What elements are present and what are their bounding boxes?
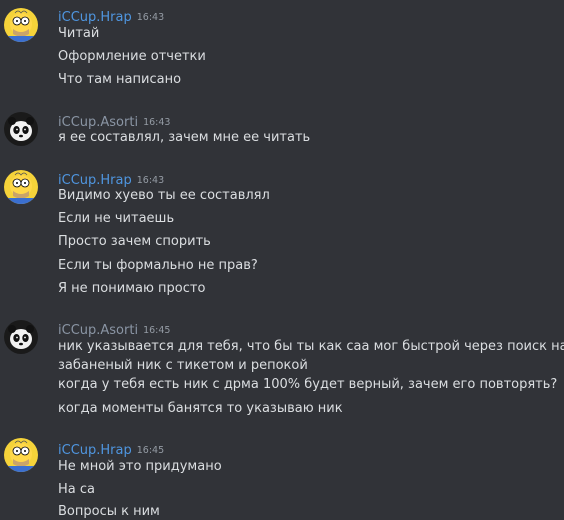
message-text: когда моменты банятся то указываю ник (58, 401, 343, 416)
message-text: Оформление отчетки (58, 49, 206, 64)
username[interactable]: iCCup.Asorti (58, 115, 138, 130)
message-header: iCCup.Hrap 16:43 (58, 6, 165, 25)
homer-simpson-avatar[interactable] (4, 8, 38, 42)
message-text: Просто зачем спорить (58, 234, 211, 249)
username[interactable]: iCCup.Asorti (58, 323, 138, 338)
username[interactable]: iCCup.Hrap (58, 173, 132, 188)
message-text: Я не понимаю просто (58, 281, 206, 296)
timestamp: 16:45 (143, 325, 171, 336)
message-header: iCCup.Hrap 16:43 (58, 169, 165, 188)
message-text: На са (58, 482, 95, 497)
message-text: Не мной это придумано (58, 459, 222, 474)
timestamp: 16:43 (143, 117, 171, 128)
timestamp: 16:45 (136, 445, 165, 456)
message-text: Читай (58, 26, 100, 41)
username[interactable]: iCCup.Hrap (58, 10, 132, 25)
timestamp: 16:43 (136, 175, 165, 186)
username[interactable]: iCCup.Hrap (58, 443, 132, 458)
message-header: iCCup.Asorti 16:45 (58, 319, 171, 338)
homer-simpson-avatar[interactable] (4, 170, 38, 204)
message-text: Вопросы к ним (58, 504, 160, 519)
chat-message-list: iCCup.Hrap 16:43 Читай Оформление отчетки… (0, 0, 564, 519)
timestamp: 16:43 (136, 12, 165, 23)
panda-avatar[interactable] (4, 112, 38, 146)
message-text: Что там написано (58, 72, 182, 87)
message-text: забаненый ник с тикетом и репокой (58, 358, 308, 373)
message-text: Видимо хуево ты ее составлял (58, 188, 270, 203)
message-text: я ее составлял, зачем мне ее читать (58, 130, 311, 145)
message-header: iCCup.Asorti 16:43 (58, 111, 171, 130)
homer-simpson-avatar[interactable] (4, 438, 38, 472)
message-text: Если не читаешь (58, 211, 175, 226)
message-text: когда у тебя есть ник с дрма 100% будет … (58, 377, 558, 392)
message-header: iCCup.Hrap 16:45 (58, 439, 165, 458)
message-text: ник указывается для тебя, что бы ты как … (58, 339, 564, 354)
message-text: Если ты формально не прав? (58, 258, 258, 273)
panda-avatar[interactable] (4, 320, 38, 354)
